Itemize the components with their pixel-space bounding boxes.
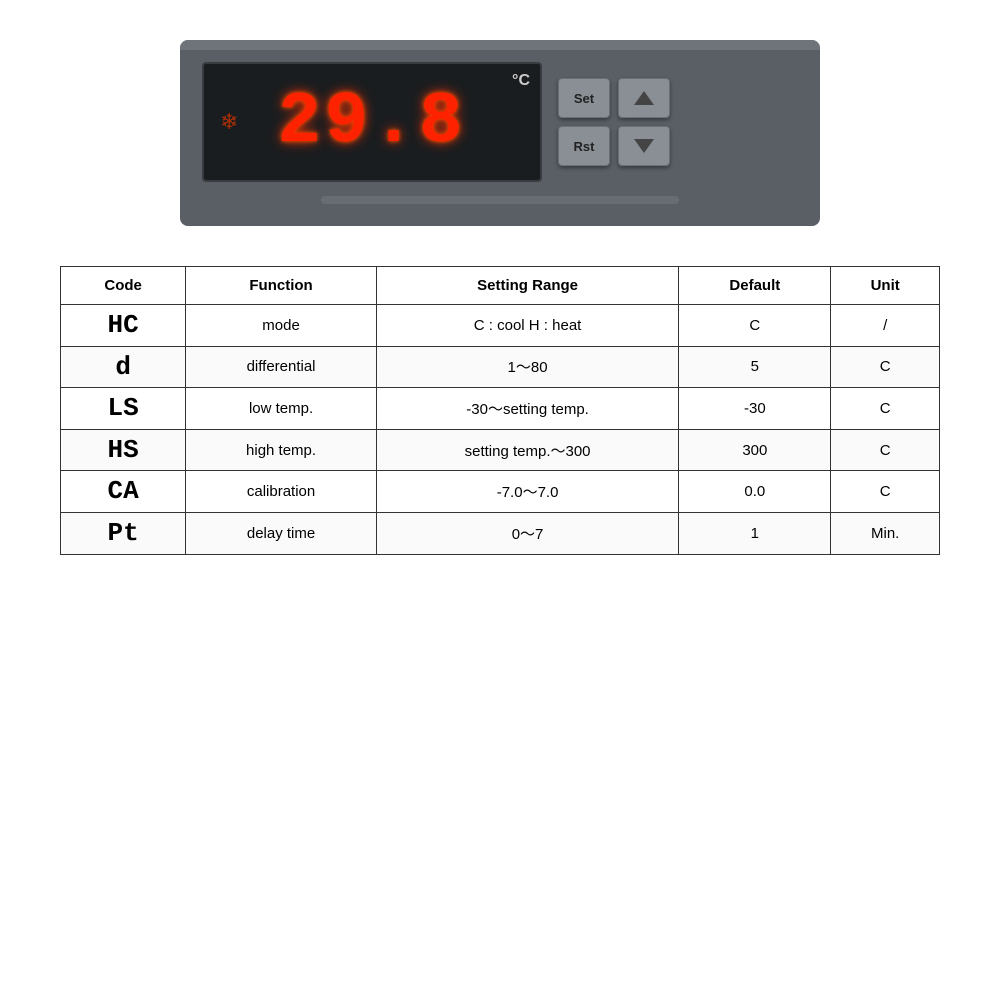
range-cell: -30～setting temp.: [376, 388, 679, 430]
range-cell: -7.0～7.0: [376, 471, 679, 513]
unit-cell: C: [831, 429, 940, 471]
default-cell: -30: [679, 388, 831, 430]
button-group: Set Rst: [558, 78, 670, 166]
function-cell: low temp.: [186, 388, 377, 430]
function-cell: differential: [186, 346, 377, 388]
settings-table-wrapper: Code Function Setting Range Default Unit…: [60, 266, 940, 555]
down-arrow-icon: [634, 139, 654, 153]
up-button[interactable]: [618, 78, 670, 118]
col-header-function: Function: [186, 267, 377, 305]
unit-cell: C: [831, 346, 940, 388]
code-cell: HC: [61, 305, 186, 347]
table-row: Ptdelay time0～71Min.: [61, 512, 940, 554]
settings-table: Code Function Setting Range Default Unit…: [60, 266, 940, 555]
code-cell: HS: [61, 429, 186, 471]
col-header-code: Code: [61, 267, 186, 305]
rst-button[interactable]: Rst: [558, 126, 610, 166]
unit-cell: Min.: [831, 512, 940, 554]
table-row: CAcalibration-7.0～7.00.0C: [61, 471, 940, 513]
default-cell: 0.0: [679, 471, 831, 513]
code-cell: LS: [61, 388, 186, 430]
down-button[interactable]: [618, 126, 670, 166]
col-header-default: Default: [679, 267, 831, 305]
unit-cell: /: [831, 305, 940, 347]
snowflake-icon: ❄: [220, 109, 238, 135]
up-arrow-icon: [634, 91, 654, 105]
col-header-unit: Unit: [831, 267, 940, 305]
table-row: HCmodeC : cool H : heatC/: [61, 305, 940, 347]
code-cell: d: [61, 346, 186, 388]
function-cell: calibration: [186, 471, 377, 513]
code-cell: CA: [61, 471, 186, 513]
table-row: ddifferential1～805C: [61, 346, 940, 388]
range-cell: C : cool H : heat: [376, 305, 679, 347]
table-row: LSlow temp.-30～setting temp.-30C: [61, 388, 940, 430]
default-cell: 300: [679, 429, 831, 471]
display-panel: °C ❄ 29.8: [202, 62, 542, 182]
range-cell: 1～80: [376, 346, 679, 388]
controller-panel: °C ❄ 29.8 Set Rst: [180, 40, 820, 226]
default-cell: C: [679, 305, 831, 347]
function-cell: mode: [186, 305, 377, 347]
code-cell: Pt: [61, 512, 186, 554]
default-cell: 5: [679, 346, 831, 388]
controller-body: °C ❄ 29.8 Set Rst: [180, 40, 820, 226]
range-cell: setting temp.～300: [376, 429, 679, 471]
function-cell: delay time: [186, 512, 377, 554]
col-header-setting-range: Setting Range: [376, 267, 679, 305]
unit-cell: C: [831, 388, 940, 430]
celsius-symbol: °C: [512, 72, 530, 90]
table-row: HShigh temp.setting temp.～300300C: [61, 429, 940, 471]
default-cell: 1: [679, 512, 831, 554]
function-cell: high temp.: [186, 429, 377, 471]
controller-bottom-strip: [321, 196, 679, 204]
unit-cell: C: [831, 471, 940, 513]
set-button[interactable]: Set: [558, 78, 610, 118]
temperature-display: 29.8: [278, 86, 467, 158]
range-cell: 0～7: [376, 512, 679, 554]
